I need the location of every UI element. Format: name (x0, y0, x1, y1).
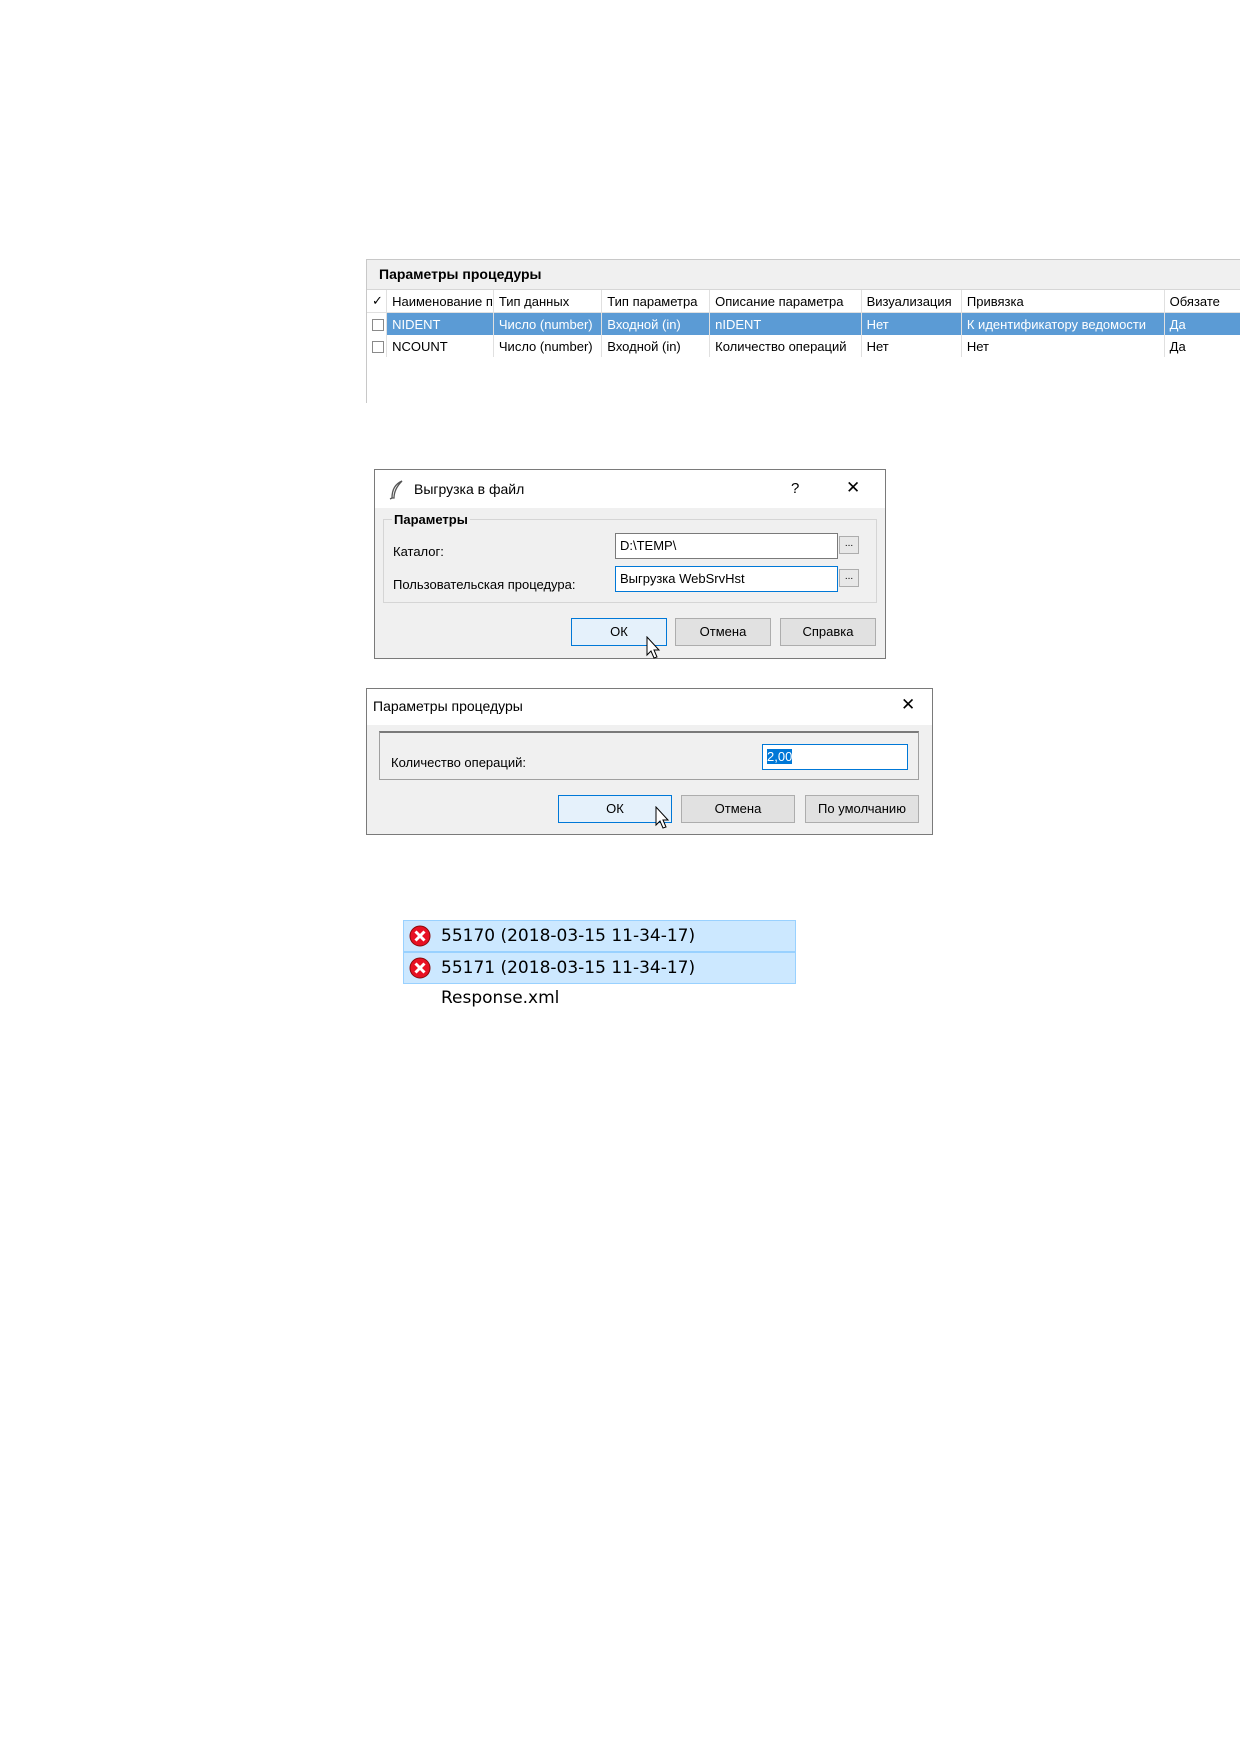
procedure-params-dialog: Параметры процедуры ✕ Количество операци… (366, 688, 933, 835)
table-row[interactable]: NCOUNT Число (number) Входной (in) Колич… (367, 335, 1240, 357)
close-icon[interactable]: ✕ (901, 695, 915, 715)
file-name: 55171 (2018-03-15 11-34-17) Response.xml (441, 958, 696, 1008)
catalog-label: Каталог: (393, 544, 444, 559)
check-column-header[interactable]: ✓ (367, 290, 388, 313)
cell-required: Да (1164, 335, 1240, 357)
cell-description: nIDENT (709, 312, 862, 335)
cell-visualization: Нет (861, 312, 962, 335)
row-checkbox[interactable] (372, 341, 384, 354)
count-value: 2,00 (767, 749, 793, 764)
cell-name: NCOUNT (386, 335, 494, 357)
cell-description: Количество операций (709, 335, 862, 357)
procedure-field[interactable]: Выгрузка WebSrvHst (615, 566, 838, 592)
cancel-button[interactable]: Отмена (675, 618, 771, 646)
cell-required: Да (1164, 312, 1240, 335)
mouse-cursor-icon (646, 636, 661, 659)
file-list-item[interactable]: 55171 (2018-03-15 11-34-17) Response.xml (403, 952, 796, 1008)
cell-binding: К идентификатору ведомости (961, 312, 1165, 335)
default-button[interactable]: По умолчанию (805, 795, 919, 823)
cell-visualization: Нет (861, 335, 962, 357)
params-table: ✓ Наименование п Тип данных Тип параметр… (367, 290, 1240, 357)
table-header: ✓ Наименование п Тип данных Тип параметр… (367, 290, 1240, 313)
count-label: Количество операций: (391, 755, 526, 770)
dialog-title: Выгрузка в файл (414, 481, 525, 497)
cell-paramtype: Входной (in) (601, 312, 711, 335)
column-header-required[interactable]: Обязате (1164, 290, 1240, 313)
row-checkbox[interactable] (372, 319, 384, 332)
column-header-paramtype[interactable]: Тип параметра (601, 290, 711, 313)
error-icon (409, 925, 431, 947)
column-header-datatype[interactable]: Тип данных (493, 290, 603, 313)
error-icon (409, 957, 431, 979)
procedure-label: Пользовательская процедура: (393, 577, 576, 592)
export-to-file-dialog: Выгрузка в файл ? ✕ Параметры Каталог: D… (374, 469, 886, 659)
quill-icon (389, 480, 403, 500)
procedure-browse-button[interactable]: ... (839, 569, 859, 587)
dialog-titlebar: Выгрузка в файл ? ✕ (375, 470, 885, 508)
dialog-titlebar: Параметры процедуры ✕ (367, 689, 932, 725)
help-icon[interactable]: ? (791, 480, 799, 497)
column-header-description[interactable]: Описание параметра (709, 290, 862, 313)
help-button[interactable]: Справка (780, 618, 876, 646)
mouse-cursor-icon (655, 806, 670, 829)
file-list-item[interactable]: 55170 (2018-03-15 11-34-17) Request.xml (403, 920, 796, 976)
cell-datatype: Число (number) (493, 312, 603, 335)
catalog-field[interactable]: D:\TEMP\ (615, 533, 838, 559)
catalog-browse-button[interactable]: ... (839, 536, 859, 554)
column-header-name[interactable]: Наименование п (386, 290, 494, 313)
column-header-visualization[interactable]: Визуализация (861, 290, 962, 313)
dialog-title: Параметры процедуры (373, 698, 523, 714)
panel-title: Параметры процедуры (367, 260, 1240, 290)
count-field[interactable]: 2,00 (762, 744, 908, 770)
column-header-binding[interactable]: Привязка (961, 290, 1165, 313)
close-icon[interactable]: ✕ (846, 478, 860, 498)
cell-paramtype: Входной (in) (601, 335, 711, 357)
cell-name: NIDENT (386, 312, 494, 335)
table-row[interactable]: NIDENT Число (number) Входной (in) nIDEN… (367, 312, 1240, 335)
procedure-params-panel: Параметры процедуры ✓ Наименование п Тип… (366, 259, 1240, 403)
cell-datatype: Число (number) (493, 335, 603, 357)
group-label: Параметры (392, 512, 470, 527)
cell-binding: Нет (961, 335, 1165, 357)
cancel-button[interactable]: Отмена (681, 795, 795, 823)
